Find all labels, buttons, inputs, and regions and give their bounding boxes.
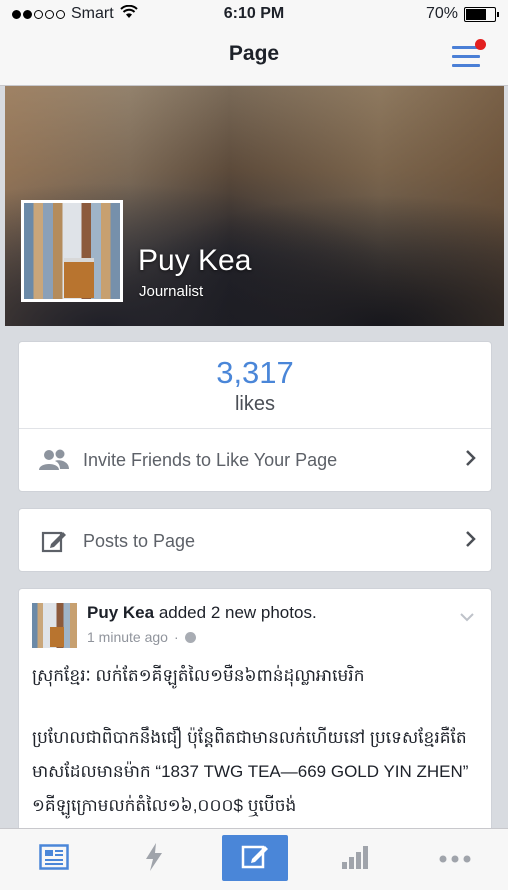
page-title: Page [228,42,280,65]
profile-picture[interactable] [21,200,123,302]
battery-percent: 70% [425,5,458,22]
battery-icon [464,6,499,22]
likes-label: likes [234,393,275,415]
notification-dot [475,39,486,50]
activity-bolt-icon [144,842,164,877]
more-icon [439,850,471,868]
feed-post: Puy Kea added 2 new photos. 1 minute ago… [18,588,492,848]
insights-chart-icon [340,844,370,875]
chevron-right-icon [465,530,477,553]
post-author-name[interactable]: Puy Kea [87,603,154,622]
battery-status: 70% [425,5,499,23]
posts-to-page-row[interactable]: Posts to Page [19,509,491,573]
likes-count[interactable]: 3,317 [19,355,491,391]
edit-post-icon [39,529,69,553]
posts-to-page-label: Posts to Page [83,530,196,551]
post-action: added 2 new photos. [154,603,317,622]
navigation-bar: Page [0,28,508,86]
tab-more[interactable] [422,829,488,889]
post-meta: 1 minute ago · [87,629,196,645]
likes-card: 3,317 likes Invite Friends to Like Your … [18,341,492,492]
posts-to-page-card[interactable]: Posts to Page [18,508,492,572]
cover-photo[interactable]: Puy Kea Journalist [5,86,504,326]
tab-news-feed[interactable] [21,829,87,889]
tab-insights[interactable] [322,829,388,889]
post-time[interactable]: 1 minute ago [87,629,168,645]
profile-category: Journalist [139,283,204,300]
globe-icon [184,631,196,643]
friends-icon [39,449,69,471]
news-feed-icon [39,843,69,875]
tab-bar [0,828,508,890]
status-bar: Smart 6:10 PM 70% [0,0,508,28]
invite-friends-row[interactable]: Invite Friends to Like Your Page [19,429,491,491]
invite-friends-label: Invite Friends to Like Your Page [83,449,338,470]
post-header: Puy Kea added 2 new photos. [87,603,317,623]
compose-icon [241,842,269,875]
post-text-headline: ស្រុកខ្មែរៈ លក់តែ១គីឡូតំលៃ១មឺន៦ពាន់ដុល្ល… [32,666,365,685]
chevron-down-icon[interactable] [459,609,475,627]
menu-button[interactable] [452,39,486,68]
chevron-right-icon [465,449,477,472]
tab-activity[interactable] [121,829,187,889]
tab-compose[interactable] [222,835,288,881]
profile-name: Puy Kea [138,244,252,277]
post-text-body: ប្រហែលជាពិបាកនឹងជឿ ប៉ុន្តែពិតជាមានលក់ហើយ… [32,728,469,815]
post-author-avatar[interactable] [32,603,77,648]
